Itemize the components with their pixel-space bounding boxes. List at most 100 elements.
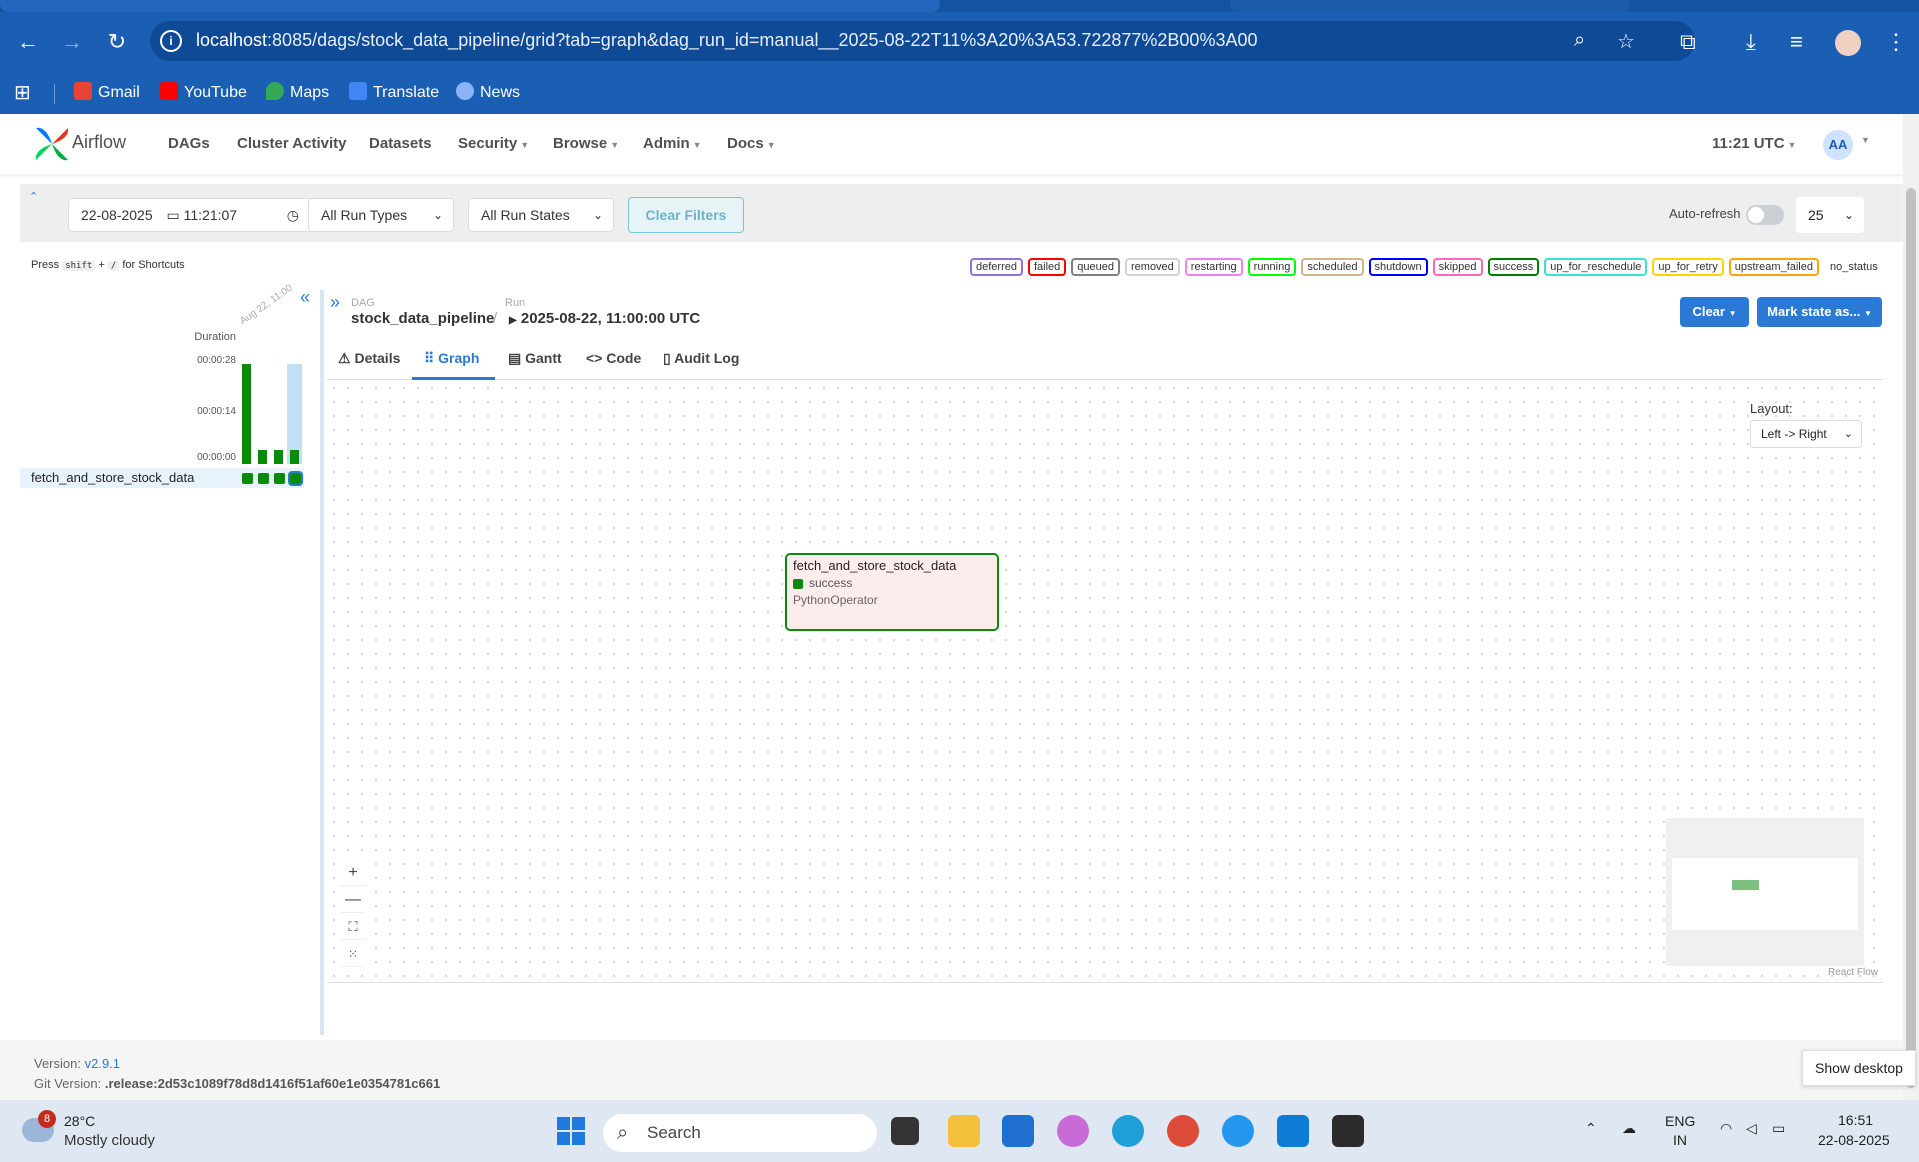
vscode-icon[interactable] [1277, 1115, 1309, 1147]
mark-state-button[interactable]: Mark state as... ▼ [1757, 297, 1882, 327]
zoom-in-icon[interactable]: + [340, 860, 366, 886]
taskbar-time[interactable]: 16:51 [1838, 1112, 1873, 1128]
legend-queued[interactable]: queued [1071, 258, 1120, 276]
auto-refresh-toggle[interactable] [1746, 205, 1784, 225]
task-node[interactable]: fetch_and_store_stock_data success Pytho… [785, 553, 999, 631]
language-region[interactable]: IN [1673, 1132, 1687, 1148]
scrollbar-thumb[interactable] [1906, 188, 1916, 1088]
zoom-icon[interactable]: ⌕ [1574, 29, 1585, 52]
weather-temp[interactable]: 28°C [64, 1113, 95, 1129]
fit-view-icon[interactable]: ⛶ [340, 914, 366, 940]
bookmark-star-icon[interactable]: ☆ [1617, 29, 1635, 54]
language-code[interactable]: ENG [1665, 1113, 1695, 1129]
version-link[interactable]: v2.9.1 [85, 1056, 120, 1071]
legend-removed[interactable]: removed [1125, 258, 1180, 276]
menu-browse[interactable]: Browse ▼ [553, 135, 619, 152]
clear-filters-button[interactable]: Clear Filters [628, 197, 744, 233]
docker-icon[interactable] [1222, 1115, 1254, 1147]
copilot-icon[interactable] [1057, 1115, 1089, 1147]
bookmark-maps[interactable]: Maps [266, 81, 329, 105]
tab-details[interactable]: ⚠ Details [338, 350, 400, 367]
terminal-icon[interactable] [1332, 1115, 1364, 1147]
browser-tab[interactable] [1230, 0, 1630, 12]
task-instance-square[interactable] [288, 471, 303, 486]
clock-icon[interactable]: ◷ [287, 199, 299, 231]
task-instance-square[interactable] [242, 473, 253, 484]
task-instance-square[interactable] [274, 473, 285, 484]
zoom-out-icon[interactable]: — [340, 887, 366, 913]
tab-code[interactable]: <> Code [586, 350, 641, 366]
menu-docs[interactable]: Docs ▼ [727, 135, 776, 152]
apps-grid-icon[interactable]: ⊞ [14, 81, 31, 105]
task-view-icon[interactable] [891, 1117, 919, 1145]
legend-up-for-retry[interactable]: up_for_retry [1652, 258, 1724, 276]
forward-icon[interactable]: → [56, 26, 88, 58]
profile-avatar[interactable] [1835, 30, 1861, 56]
minimap[interactable] [1666, 818, 1864, 966]
bookmark-news[interactable]: News [456, 81, 520, 105]
legend-shutdown[interactable]: shutdown [1368, 258, 1428, 276]
clear-button[interactable]: Clear ▼ [1680, 297, 1749, 327]
volume-icon[interactable]: ◁ [1746, 1120, 1757, 1137]
run-duration-bar[interactable] [242, 364, 251, 464]
expand-right-icon[interactable]: » [330, 292, 340, 313]
brand-name[interactable]: Airflow [72, 132, 126, 153]
run-duration-bar[interactable] [274, 450, 283, 464]
tab-graph[interactable]: ⠿ Graph [424, 350, 479, 367]
run-duration-bar[interactable] [258, 450, 267, 464]
collapse-up-icon[interactable]: ⌃ [29, 190, 38, 203]
weather-desc[interactable]: Mostly cloudy [64, 1132, 155, 1149]
num-runs-select[interactable]: 25 ⌄ [1796, 197, 1864, 233]
address-bar[interactable]: i localhost:8085/dags/stock_data_pipelin… [150, 21, 1695, 61]
legend-success[interactable]: success [1487, 258, 1540, 276]
panel-resize-handle[interactable] [320, 290, 324, 1035]
utc-clock[interactable]: 11:21 UTC ▼ [1712, 135, 1796, 152]
taskbar-search[interactable]: ⌕ Search [603, 1114, 877, 1152]
extensions-icon[interactable]: ⧉ [1680, 29, 1696, 55]
chevron-up-icon[interactable]: ⌃ [1585, 1120, 1597, 1137]
url-text[interactable]: localhost:8085/dags/stock_data_pipeline/… [196, 30, 1258, 51]
page-scrollbar[interactable] [1903, 114, 1919, 1100]
breadcrumb-dag[interactable]: stock_data_pipeline [351, 310, 494, 327]
edge-icon[interactable] [1112, 1115, 1144, 1147]
legend-upstream-failed[interactable]: upstream_failed [1728, 258, 1819, 276]
react-flow-attribution[interactable]: React Flow [1828, 967, 1878, 978]
chrome-icon[interactable] [1167, 1115, 1199, 1147]
windows-start-icon[interactable] [557, 1117, 585, 1145]
reload-icon[interactable]: ↻ [101, 26, 133, 58]
bookmark-translate[interactable]: Translate [349, 81, 439, 105]
collapse-left-icon[interactable]: « [300, 287, 310, 308]
bookmark-youtube[interactable]: YouTube [160, 81, 247, 105]
site-info-icon[interactable]: i [160, 30, 182, 52]
base-date-input[interactable]: 22-08-2025 ▭ 11:21:07 ◷ [68, 198, 314, 232]
legend-scheduled[interactable]: scheduled [1301, 258, 1364, 276]
legend-up-for-reschedule[interactable]: up_for_reschedule [1544, 258, 1648, 276]
bookmark-gmail[interactable]: Gmail [74, 81, 140, 105]
menu-security[interactable]: Security ▼ [458, 135, 529, 152]
legend-restarting[interactable]: restarting [1184, 258, 1243, 276]
toggle-interactivity-icon[interactable]: ⁙ [340, 941, 366, 967]
legend-no-status[interactable]: no_status [1824, 258, 1884, 276]
tab-gantt[interactable]: ▤ Gantt [508, 350, 562, 367]
store-icon[interactable] [1002, 1115, 1034, 1147]
menu-admin[interactable]: Admin ▼ [643, 135, 702, 152]
legend-failed[interactable]: failed [1027, 258, 1067, 276]
legend-running[interactable]: running [1247, 258, 1297, 276]
legend-skipped[interactable]: skipped [1432, 258, 1483, 276]
layout-select[interactable]: Left -> Right ⌄ [1750, 420, 1862, 448]
menu-kebab-icon[interactable]: ⋮ [1885, 29, 1907, 55]
calendar-icon[interactable]: ▭ [167, 207, 180, 223]
run-types-select[interactable]: All Run Types ⌄ [308, 198, 454, 232]
browser-tab[interactable] [0, 0, 940, 12]
menu-cluster-activity[interactable]: Cluster Activity [237, 135, 346, 152]
media-icon[interactable]: ≡ [1790, 29, 1803, 55]
task-instance-square[interactable] [258, 473, 269, 484]
wifi-icon[interactable]: ◠ [1720, 1120, 1732, 1137]
legend-deferred[interactable]: deferred [970, 258, 1023, 276]
menu-datasets[interactable]: Datasets [369, 135, 432, 152]
breadcrumb-run[interactable]: ▶ 2025-08-22, 11:00:00 UTC [509, 310, 700, 327]
download-icon[interactable]: ⤓ [1746, 29, 1756, 55]
onedrive-icon[interactable]: ☁ [1622, 1120, 1636, 1137]
tab-audit-log[interactable]: ▯ Audit Log [663, 350, 739, 367]
menu-dags[interactable]: DAGs [168, 135, 210, 152]
